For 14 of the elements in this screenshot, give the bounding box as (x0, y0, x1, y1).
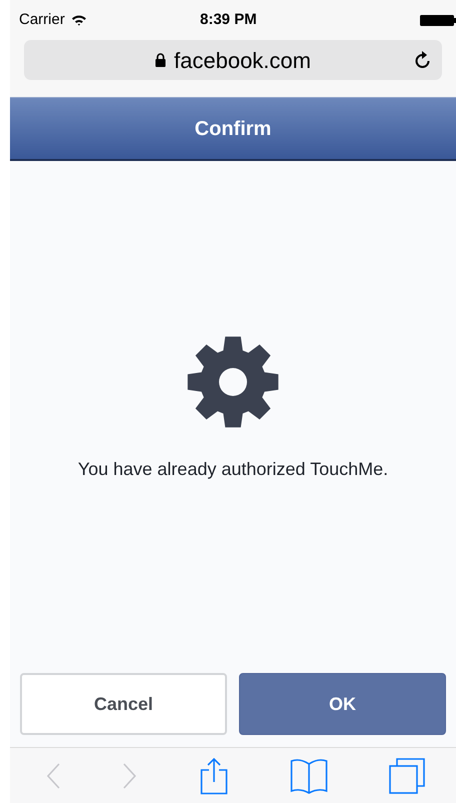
carrier-label: Carrier (19, 10, 65, 30)
cancel-button[interactable]: Cancel (20, 673, 227, 735)
reload-icon[interactable] (414, 50, 432, 70)
wifi-icon (70, 14, 87, 26)
header-title: Confirm (194, 116, 272, 142)
tabs-icon[interactable] (389, 758, 426, 794)
status-time: 8:39 PM (200, 10, 257, 30)
gear-icon (186, 335, 280, 429)
address-field[interactable]: facebook.com (24, 40, 442, 80)
battery-icon (420, 14, 456, 26)
book-icon[interactable] (290, 758, 328, 794)
ok-button[interactable]: OK (239, 673, 446, 735)
message-text: You have already authorized TouchMe. (78, 458, 388, 481)
share-icon[interactable] (200, 756, 228, 794)
